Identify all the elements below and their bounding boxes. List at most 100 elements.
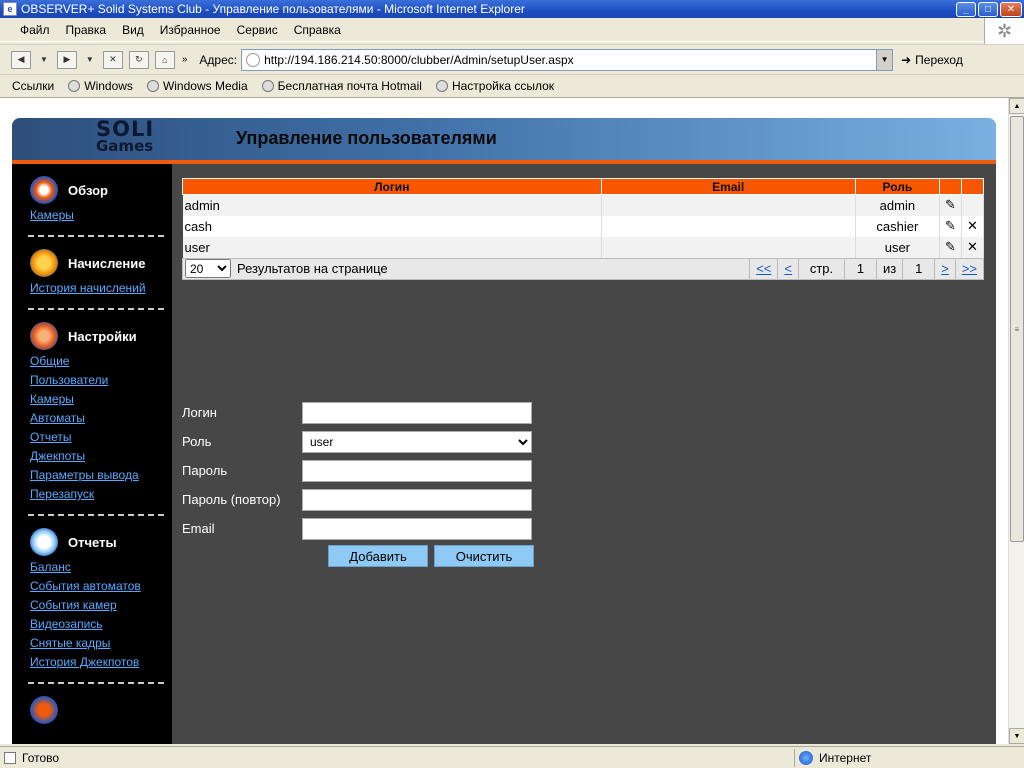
- go-arrow-icon: ➜: [901, 52, 912, 67]
- address-dropdown-icon[interactable]: ▼: [876, 49, 893, 70]
- menu-edit[interactable]: Правка: [66, 23, 107, 37]
- toolbar-overflow-icon[interactable]: »: [182, 54, 188, 65]
- pager-page-label: стр.: [797, 258, 844, 279]
- sidebar-item-restart[interactable]: Перезапуск: [30, 485, 172, 504]
- scroll-up-icon[interactable]: ▲: [1009, 98, 1024, 114]
- cell-email: [601, 194, 856, 216]
- page-size-select[interactable]: 20: [185, 259, 231, 278]
- scroll-down-icon[interactable]: ▼: [1009, 728, 1024, 744]
- password-field[interactable]: [302, 459, 532, 482]
- cell-role: user: [855, 236, 940, 258]
- column-header-login[interactable]: Логин: [182, 178, 602, 195]
- login-label: Логин: [182, 405, 217, 420]
- address-label: Адрес:: [199, 52, 238, 67]
- clear-form-button[interactable]: Очистить: [434, 545, 534, 567]
- sidebar-item-jackpot-history[interactable]: История Джекпотов: [30, 653, 172, 672]
- internet-zone-icon: [799, 750, 813, 765]
- window-title-bar[interactable]: e OBSERVER+ Solid Systems Club - Управле…: [0, 0, 1024, 18]
- edit-pencil-icon[interactable]: ✎: [939, 236, 962, 258]
- menu-view[interactable]: Вид: [122, 23, 144, 37]
- sidebar-item-video[interactable]: Видеозапись: [30, 615, 172, 634]
- link-page-icon: [146, 80, 159, 92]
- sidebar-divider: [28, 235, 164, 237]
- column-header-email[interactable]: Email: [600, 178, 856, 195]
- menu-tools[interactable]: Сервис: [237, 23, 278, 37]
- sidebar-item-cameras-view[interactable]: Камеры: [30, 206, 172, 225]
- edit-pencil-icon[interactable]: ✎: [939, 215, 962, 237]
- sidebar-item-snapshots[interactable]: Снятые кадры: [30, 634, 172, 653]
- page-size-label: Результатов на странице: [237, 261, 388, 276]
- home-icon[interactable]: ⌂: [154, 50, 175, 69]
- browser-viewport: SOLI Games Управление пользователями Обз…: [0, 98, 1008, 744]
- eye-icon: [30, 176, 58, 204]
- sidebar-divider: [28, 682, 164, 684]
- forward-icon[interactable]: ▶: [56, 50, 77, 69]
- login-field[interactable]: [302, 401, 532, 424]
- sidebar-item-reports[interactable]: Отчеты: [30, 428, 172, 447]
- pager-last-link[interactable]: >>: [954, 258, 983, 279]
- pager-next-link[interactable]: >: [934, 258, 955, 279]
- toolbar: ◀ ▼ ▶ ▼ ✕ ↻ ⌂ » Адрес: http://194.186.21…: [0, 44, 1024, 74]
- zone-text: Интернет: [819, 750, 872, 765]
- sidebar-section-overview: Обзор Камеры: [12, 174, 172, 237]
- go-label: Переход: [915, 52, 963, 67]
- page-header: SOLI Games Управление пользователями: [12, 118, 996, 160]
- password-repeat-label: Пароль (повтор): [182, 492, 281, 507]
- menu-favorites[interactable]: Избранное: [160, 23, 221, 37]
- ie-icon: e: [3, 2, 17, 16]
- sidebar-item-users[interactable]: Пользователи: [30, 371, 172, 390]
- sidebar-item-machine-events[interactable]: События автоматов: [30, 577, 172, 596]
- stop-icon[interactable]: ✕: [102, 50, 123, 69]
- link-hotmail[interactable]: Бесплатная почта Hotmail: [261, 79, 422, 93]
- delete-x-icon[interactable]: ✕: [961, 236, 985, 258]
- sidebar-item-machines[interactable]: Автоматы: [30, 409, 172, 428]
- cell-email: [601, 236, 856, 258]
- pager-current-page: 1: [843, 258, 876, 279]
- back-dropdown-icon[interactable]: ▼: [40, 55, 48, 64]
- edit-pencil-icon[interactable]: ✎: [939, 194, 962, 216]
- address-bar[interactable]: http://194.186.214.50:8000/clubber/Admin…: [241, 48, 894, 71]
- link-customize[interactable]: Настройка ссылок: [435, 79, 554, 93]
- back-icon[interactable]: ◀: [11, 50, 31, 69]
- sidebar-section-charges: Начисление История начислений: [12, 247, 172, 310]
- go-button[interactable]: ➜ Переход: [901, 53, 963, 67]
- maximize-button[interactable]: □: [978, 1, 998, 17]
- refresh-icon[interactable]: ↻: [128, 50, 149, 69]
- forward-dropdown-icon[interactable]: ▼: [86, 55, 94, 64]
- column-header-role[interactable]: Роль: [854, 178, 940, 195]
- role-select[interactable]: user: [302, 430, 532, 453]
- pager: 20 Результатов на странице << < стр. 1 и…: [182, 257, 984, 280]
- pager-prev-link[interactable]: <: [777, 258, 798, 279]
- links-label[interactable]: Ссылки: [12, 79, 54, 93]
- minimize-button[interactable]: _: [956, 1, 976, 17]
- pager-first-link[interactable]: <<: [749, 258, 777, 279]
- links-bar: Ссылки Windows Windows Media Бесплатная …: [0, 74, 1024, 98]
- link-page-icon: [68, 80, 81, 92]
- cell-login: user: [182, 236, 602, 258]
- link-windows[interactable]: Windows: [68, 79, 133, 93]
- sidebar-item-balance[interactable]: Баланс: [30, 558, 172, 577]
- sidebar-item-output-params[interactable]: Параметры вывода: [30, 466, 172, 485]
- add-user-button[interactable]: Добавить: [328, 545, 428, 567]
- sidebar-item-camera-events[interactable]: События камер: [30, 596, 172, 615]
- coins-icon: [30, 249, 58, 277]
- sidebar-item-charge-history[interactable]: История начислений: [30, 279, 172, 298]
- scroll-thumb[interactable]: ≡: [1010, 116, 1024, 542]
- vertical-scrollbar[interactable]: ▲ ≡ ▼: [1008, 98, 1024, 744]
- column-header-delete: [960, 178, 985, 195]
- close-button[interactable]: ✕: [1000, 1, 1022, 17]
- link-windows-media[interactable]: Windows Media: [146, 79, 248, 93]
- menu-file[interactable]: Файл: [20, 23, 50, 37]
- report-icon: [30, 528, 58, 556]
- partial-section-icon: [30, 696, 58, 724]
- delete-x-icon[interactable]: ✕: [961, 215, 985, 237]
- sidebar-item-jackpots[interactable]: Джекпоты: [30, 447, 172, 466]
- password-repeat-field[interactable]: [302, 488, 532, 511]
- menu-help[interactable]: Справка: [294, 23, 341, 37]
- sidebar-item-general[interactable]: Общие: [30, 352, 172, 371]
- address-url[interactable]: http://194.186.214.50:8000/clubber/Admin…: [264, 53, 876, 67]
- sidebar-item-cameras[interactable]: Камеры: [30, 390, 172, 409]
- email-field[interactable]: [302, 517, 532, 540]
- users-grid-area: Логин Email Роль admin admin ✎ cash cash…: [182, 178, 985, 280]
- sidebar-divider: [28, 308, 164, 310]
